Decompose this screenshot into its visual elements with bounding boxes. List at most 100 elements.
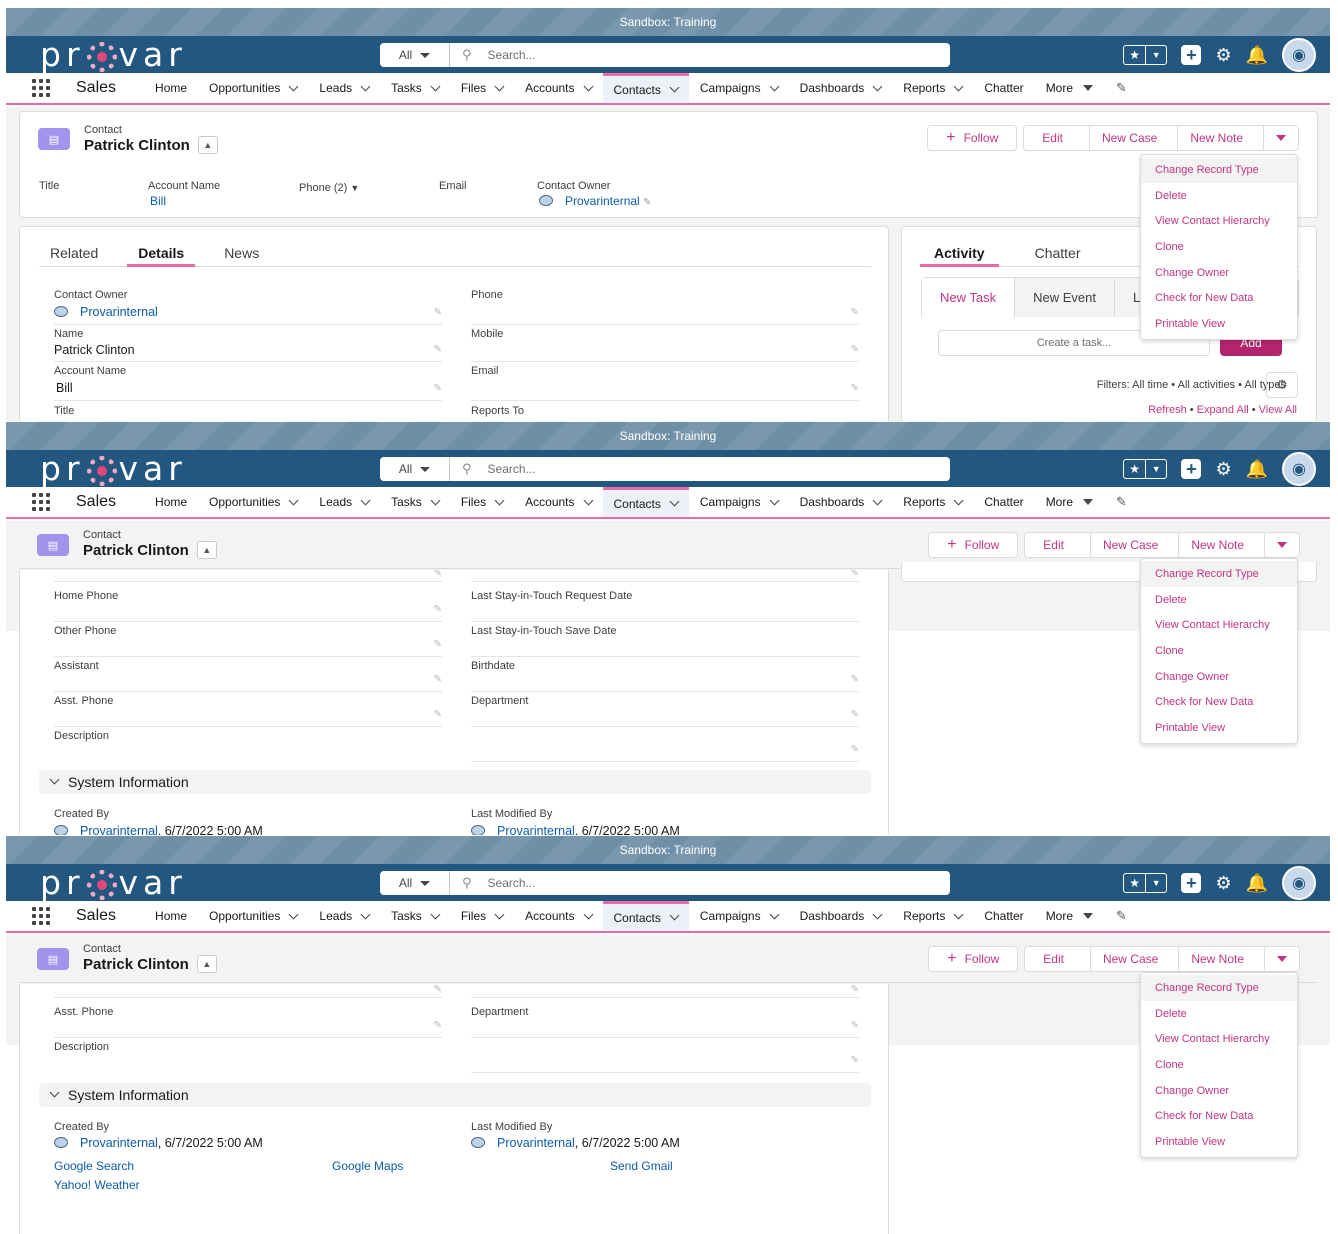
nav-item-more[interactable]: More [1035, 901, 1104, 931]
edit-nav-pencil-icon[interactable]: ✎ [1116, 494, 1127, 510]
chevron-down-icon[interactable] [953, 495, 964, 505]
new-case-button[interactable]: New Case [1089, 533, 1170, 557]
user-avatar[interactable]: ◉ [1282, 37, 1316, 72]
nav-item-home[interactable]: Home [144, 901, 198, 931]
edit-pencil-icon[interactable]: ✎ [851, 307, 859, 318]
chevron-down-icon[interactable] [494, 495, 505, 505]
notifications-bell-icon[interactable]: 🔔 [1246, 45, 1268, 65]
nav-item-tasks[interactable]: Tasks [380, 487, 450, 517]
edit-pencil-icon[interactable]: ✎ [434, 984, 442, 995]
nav-item-home[interactable]: Home [144, 487, 198, 517]
global-actions-icon[interactable]: + [1181, 458, 1202, 479]
nav-item-accounts[interactable]: Accounts [514, 73, 602, 103]
new-case-button[interactable]: New Case [1089, 947, 1170, 971]
nav-item-reports[interactable]: Reports [892, 487, 973, 517]
nav-item-reports[interactable]: Reports [892, 901, 973, 931]
edit-pencil-icon[interactable]: ✎ [434, 344, 442, 355]
menu-printable-view[interactable]: Printable View [1141, 715, 1297, 741]
search-input[interactable]: ⚲ Search... [450, 43, 950, 67]
more-actions-button[interactable] [1264, 947, 1299, 971]
tab-details[interactable]: Details [127, 227, 196, 267]
nav-item-contacts[interactable]: Contacts [602, 901, 689, 931]
menu-view-contact-hierarchy[interactable]: View Contact Hierarchy [1141, 1026, 1297, 1052]
created-by-link[interactable]: Provarinternal [80, 824, 158, 835]
edit-nav-pencil-icon[interactable]: ✎ [1116, 908, 1127, 924]
nav-item-accounts[interactable]: Accounts [514, 487, 602, 517]
app-launcher-icon[interactable] [32, 79, 56, 97]
follow-button[interactable]: + Follow [928, 946, 1019, 972]
nav-item-opportunities[interactable]: Opportunities [198, 901, 308, 931]
global-actions-icon[interactable]: + [1181, 44, 1202, 65]
menu-change-record-type[interactable]: Change Record Type [1141, 157, 1297, 183]
chevron-down-icon[interactable] [953, 81, 964, 91]
nav-item-dashboards[interactable]: Dashboards [789, 901, 893, 931]
nav-item-leads[interactable]: Leads [308, 487, 380, 517]
search-scope-select[interactable]: All [380, 457, 450, 481]
hierarchy-icon[interactable]: ▲ [197, 136, 218, 154]
edit-pencil-icon[interactable]: ✎ [851, 1055, 859, 1066]
tab-related[interactable]: Related [39, 227, 109, 266]
nav-item-campaigns[interactable]: Campaigns [689, 487, 789, 517]
nav-item-reports[interactable]: Reports [892, 73, 973, 103]
account-name-link[interactable]: Bill [150, 194, 166, 208]
chevron-down-icon[interactable] [288, 81, 299, 91]
owner-link[interactable]: Provarinternal [565, 194, 640, 208]
favorites-button[interactable]: ★ ▼ [1123, 44, 1168, 65]
menu-view-contact-hierarchy[interactable]: View Contact Hierarchy [1141, 208, 1297, 234]
setup-gear-icon[interactable]: ⚙ [1215, 459, 1231, 479]
nav-item-tasks[interactable]: Tasks [380, 73, 450, 103]
edit-pencil-icon[interactable]: ✎ [851, 709, 859, 720]
edit-button[interactable]: Edit [1025, 947, 1082, 971]
edit-pencil-icon[interactable]: ✎ [434, 674, 442, 685]
edit-pencil-icon[interactable]: ✎ [851, 744, 859, 755]
menu-change-owner[interactable]: Change Owner [1141, 1078, 1297, 1104]
nav-item-contacts[interactable]: Contacts [602, 73, 689, 103]
chevron-down-icon[interactable] [583, 909, 593, 919]
custom-link-yahoo-weather[interactable]: Yahoo! Weather [54, 1178, 140, 1192]
menu-clone[interactable]: Clone [1141, 234, 1297, 260]
expand-all-link[interactable]: Expand All [1197, 404, 1249, 416]
nav-item-dashboards[interactable]: Dashboards [789, 73, 893, 103]
menu-view-contact-hierarchy[interactable]: View Contact Hierarchy [1141, 612, 1297, 638]
nav-item-files[interactable]: Files [450, 487, 514, 517]
view-all-link[interactable]: View All [1259, 404, 1297, 416]
chevron-down-icon[interactable] [872, 81, 883, 91]
nav-item-chatter[interactable]: Chatter [973, 487, 1034, 517]
tab-chatter[interactable]: Chatter [1021, 227, 1095, 266]
search-scope-select[interactable]: All [380, 871, 450, 895]
chevron-down-icon[interactable] [288, 909, 299, 919]
user-avatar[interactable]: ◉ [1282, 865, 1316, 900]
menu-change-owner[interactable]: Change Owner [1141, 260, 1297, 286]
edit-pencil-icon[interactable]: ✎ [851, 344, 859, 355]
nav-item-leads[interactable]: Leads [308, 901, 380, 931]
change-owner-icon[interactable]: ✎ [434, 307, 442, 318]
chevron-down-icon[interactable] [430, 81, 441, 91]
nav-item-files[interactable]: Files [450, 901, 514, 931]
follow-button[interactable]: + Follow [927, 125, 1018, 151]
search-input[interactable]: ⚲ Search... [450, 871, 950, 895]
notifications-bell-icon[interactable]: 🔔 [1246, 873, 1268, 893]
nav-item-chatter[interactable]: Chatter [973, 901, 1034, 931]
edit-pencil-icon[interactable]: ✎ [434, 570, 442, 579]
chevron-down-icon[interactable] [872, 495, 883, 505]
chevron-down-icon[interactable] [769, 81, 780, 91]
nav-item-dashboards[interactable]: Dashboards [789, 487, 893, 517]
created-by-link[interactable]: Provarinternal [80, 1136, 158, 1150]
hierarchy-icon[interactable]: ▲ [196, 955, 217, 973]
setup-gear-icon[interactable]: ⚙ [1215, 45, 1231, 65]
phone-dropdown[interactable]: Phone (2) ▼ [299, 182, 359, 194]
tab-news[interactable]: News [213, 227, 270, 266]
more-actions-button[interactable] [1263, 126, 1298, 150]
account-name-link[interactable]: Bill [56, 381, 73, 395]
edit-pencil-icon[interactable]: ✎ [434, 383, 442, 394]
menu-check-for-new-data[interactable]: Check for New Data [1141, 689, 1297, 715]
chevron-down-icon[interactable] [669, 496, 680, 507]
nav-item-leads[interactable]: Leads [308, 73, 380, 103]
tab-activity[interactable]: Activity [920, 227, 999, 267]
nav-item-campaigns[interactable]: Campaigns [689, 73, 789, 103]
nav-item-files[interactable]: Files [450, 73, 514, 103]
chevron-down-icon[interactable] [583, 495, 593, 505]
edit-pencil-icon[interactable]: ✎ [434, 604, 442, 615]
chevron-down-icon[interactable] [494, 909, 505, 919]
more-actions-button[interactable] [1264, 533, 1299, 557]
